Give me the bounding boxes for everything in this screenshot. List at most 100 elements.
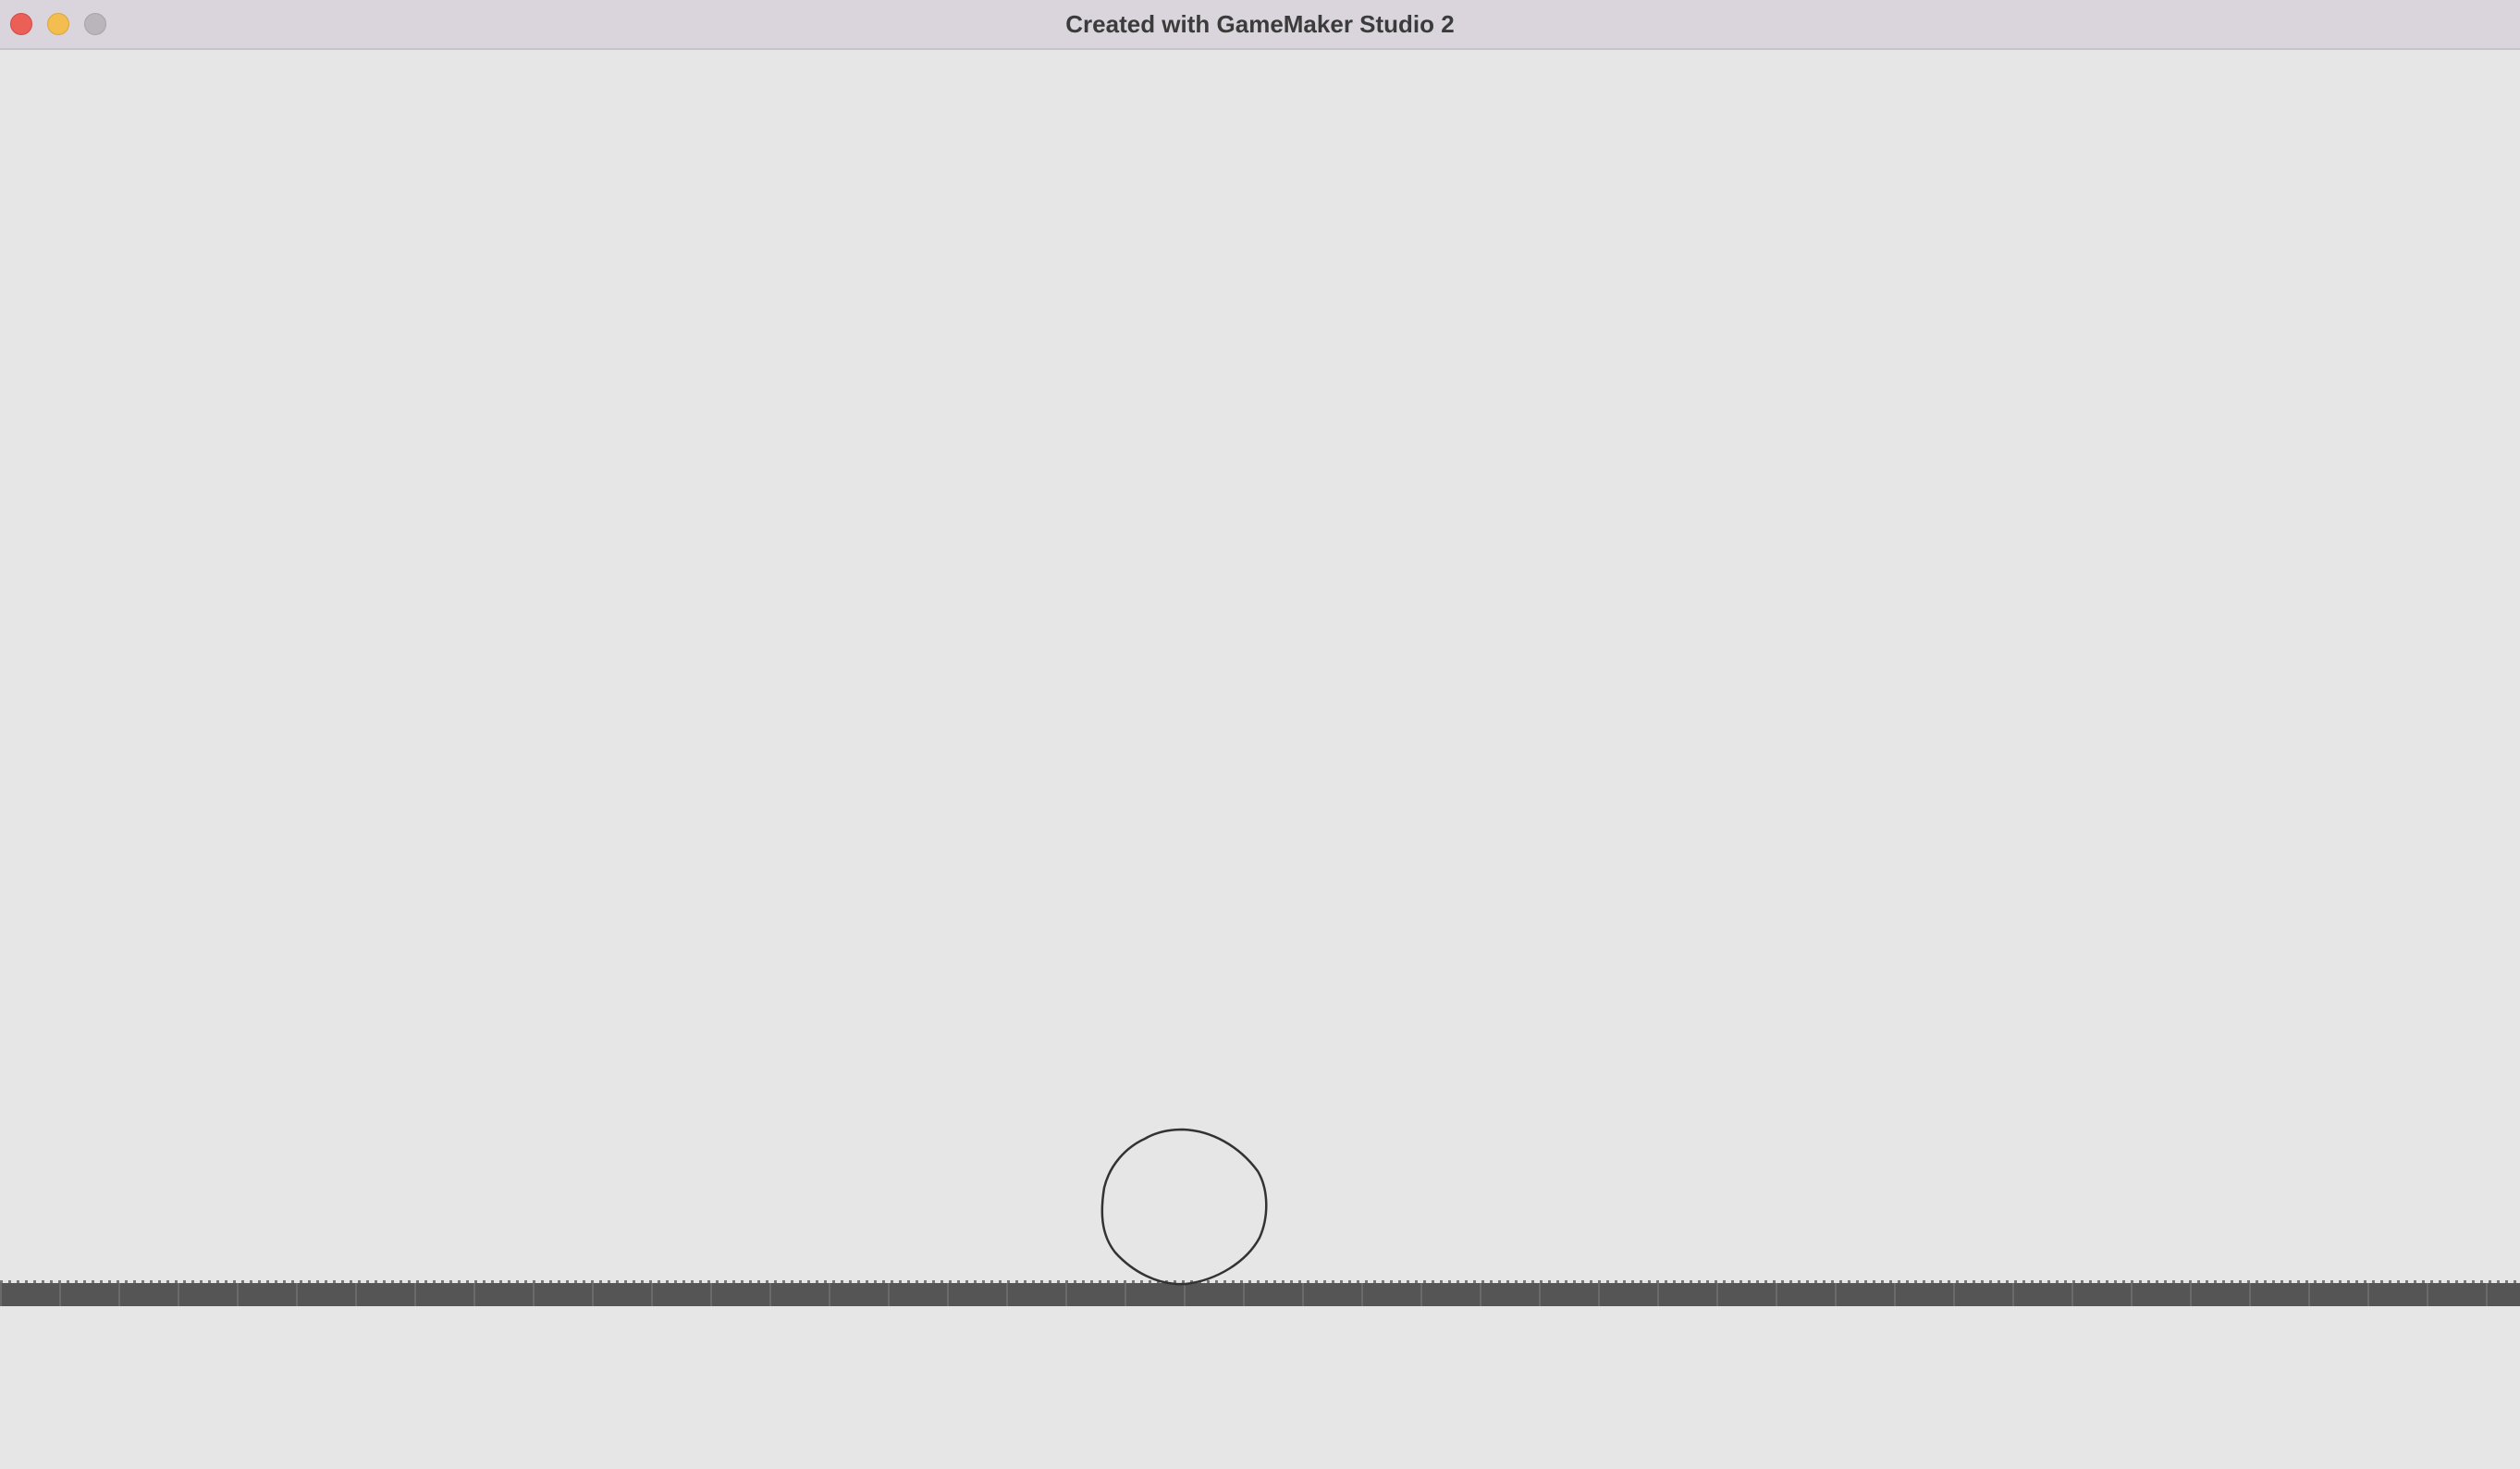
ground-grain [1898,1280,1900,1283]
ground-grain [1440,1280,1443,1283]
ground-grain [1057,1280,1060,1283]
ground-tile-seam [533,1283,535,1306]
ground-grain [1032,1280,1035,1283]
ground-grain [1082,1280,1085,1283]
ground-grain [216,1280,219,1283]
ground-grain [117,1280,119,1283]
ground-grain [916,1280,918,1283]
ground-tile-seam [1716,1283,1718,1306]
ground-tile-seam [296,1283,298,1306]
ground-grain [250,1280,252,1283]
ground-grain [691,1280,694,1283]
ground-grain [907,1280,910,1283]
ground-grain [508,1280,510,1283]
ground-grain [2497,1280,2500,1283]
ground-tile-seam [1835,1283,1837,1306]
ground-grain [92,1280,94,1283]
ground-tile-seam [2367,1283,2369,1306]
ground-grain [1823,1280,1825,1283]
ground-grain [1698,1280,1701,1283]
ground-grain [2455,1280,2458,1283]
ground-grain [383,1280,386,1283]
ground-grain [1923,1280,1925,1283]
ground-tile-seam [2427,1283,2428,1306]
ground-grain [1606,1280,1609,1283]
game-canvas[interactable] [0,50,2520,1469]
ground-tile-seam [2012,1283,2014,1306]
ground-tile-seam [1894,1283,1896,1306]
ground-grain [999,1280,1002,1283]
ground-grain [2289,1280,2292,1283]
ground-grain [2189,1280,2192,1283]
ground-grain [857,1280,860,1283]
ground-grain [1640,1280,1642,1283]
ground-grain [17,1280,19,1283]
ground-grain [2314,1280,2317,1283]
ground-grain [2422,1280,2425,1283]
ground-grain [424,1280,427,1283]
ground-grain [1040,1280,1043,1283]
ground-grain [1581,1280,1584,1283]
ground-grain [50,1280,53,1283]
ground-grain [949,1280,952,1283]
ground-tile-seam [355,1283,357,1306]
ground-grain [58,1280,61,1283]
ground-grain [1964,1280,1967,1283]
ground-grain [533,1280,535,1283]
ground-tile-seam [414,1283,416,1306]
ground-grain [2089,1280,2092,1283]
ground-grain [2355,1280,2358,1283]
ground-grain [1506,1280,1509,1283]
ground-grain [1115,1280,1118,1283]
ground-grain [158,1280,161,1283]
ground-grain [716,1280,719,1283]
ground-grain [1240,1280,1243,1283]
ground-grain [2439,1280,2441,1283]
ground-grain [191,1280,194,1283]
ground-grain [133,1280,136,1283]
ground-grain [499,1280,502,1283]
ground-grain [225,1280,227,1283]
ground-grain [1332,1280,1334,1283]
ground-grain [1398,1280,1401,1283]
ground-grain [400,1280,402,1283]
ground-grain [1215,1280,1218,1283]
ground-grain [2131,1280,2133,1283]
ground-grain [766,1280,768,1283]
ground-grain [2214,1280,2217,1283]
ground-grain [458,1280,461,1283]
ground-grain [724,1280,727,1283]
ground-grain [1665,1280,1667,1283]
ground-tile-seam [0,1283,2,1306]
ground-grain [2347,1280,2350,1283]
ground-grain [266,1280,269,1283]
title-bar[interactable]: Created with GameMaker Studio 2 [0,0,2520,50]
ground-grain [1432,1280,1434,1283]
ground-grain [2239,1280,2242,1283]
ground-grain [2106,1280,2108,1283]
ground-tile-seam [829,1283,830,1306]
ground-grain [1248,1280,1251,1283]
ground-grain [183,1280,186,1283]
ground-grain [1681,1280,1684,1283]
ground-grain [1831,1280,1834,1283]
ground-grain [2389,1280,2391,1283]
ground-grain [2305,1280,2308,1283]
ground-grain [2047,1280,2050,1283]
ground-grain [433,1280,436,1283]
ground-grain [2206,1280,2208,1283]
ground-grain [1307,1280,1309,1283]
ground-grain [33,1280,36,1283]
ground-grain [608,1280,610,1283]
ground-grain [1265,1280,1268,1283]
ground-grain [1282,1280,1285,1283]
ground-tile-seam [473,1283,475,1306]
ground-grain [2397,1280,2400,1283]
ground-grain [1065,1280,1068,1283]
ground-grain [2256,1280,2258,1283]
ground-grain [2405,1280,2408,1283]
ground-grain [1099,1280,1101,1283]
ground-tile-seam [1657,1283,1659,1306]
ground-grain [67,1280,69,1283]
ground-tile-seam [710,1283,712,1306]
